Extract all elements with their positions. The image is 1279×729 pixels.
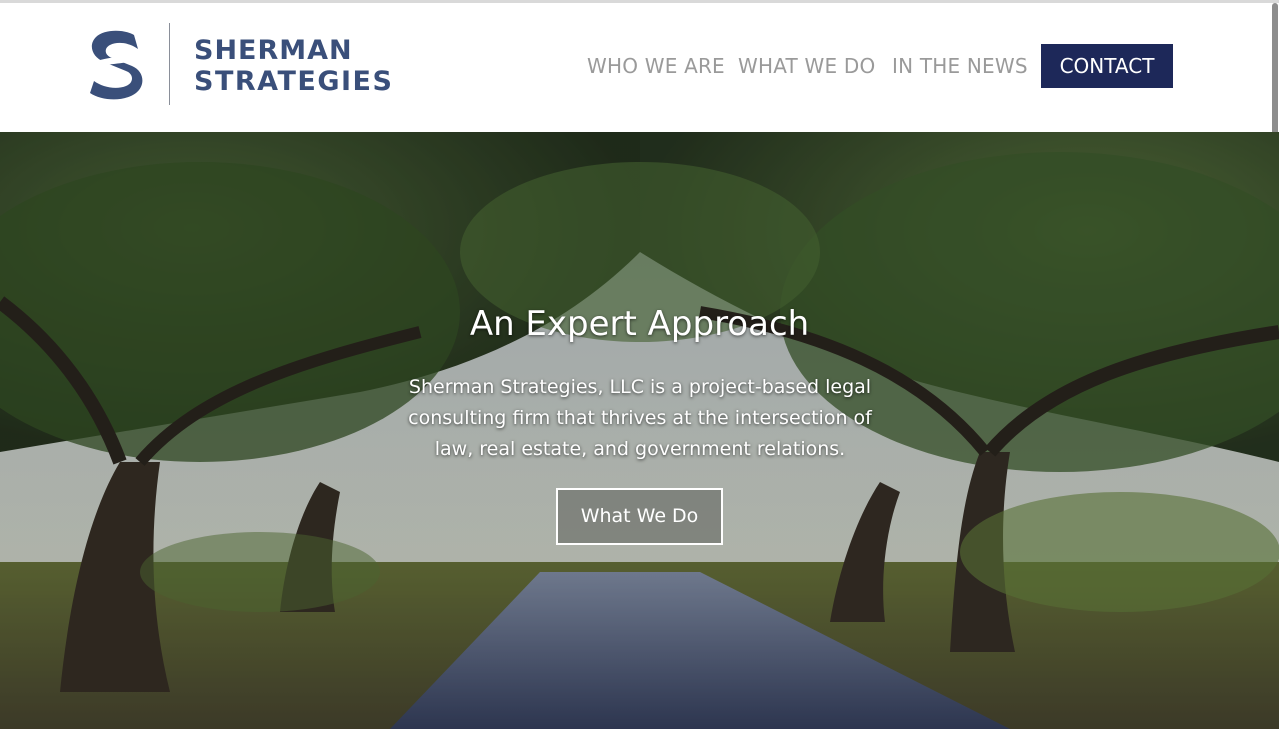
what-we-do-button[interactable]: What We Do (556, 488, 723, 545)
nav-who-we-are[interactable]: WHO WE ARE (587, 44, 725, 88)
sherman-s-logo-icon (90, 30, 144, 100)
nav-contact-button[interactable]: CONTACT (1041, 44, 1173, 88)
hero-title: An Expert Approach (469, 304, 810, 344)
hero-section: An Expert Approach Sherman Strategies, L… (0, 132, 1279, 729)
logo-text-sherman: SHERMAN (194, 35, 353, 66)
nav-what-we-do[interactable]: WHAT WE DO (738, 44, 875, 88)
hero-description: Sherman Strategies, LLC is a project-bas… (408, 376, 872, 460)
site-header: SHERMAN STRATEGIES WHO WE ARE WHAT WE DO… (0, 3, 1279, 132)
logo-divider (169, 23, 170, 105)
logo-text-strategies: STRATEGIES (194, 66, 394, 97)
logo-link[interactable]: SHERMAN STRATEGIES (88, 23, 398, 107)
nav-in-the-news[interactable]: IN THE NEWS (892, 44, 1028, 88)
